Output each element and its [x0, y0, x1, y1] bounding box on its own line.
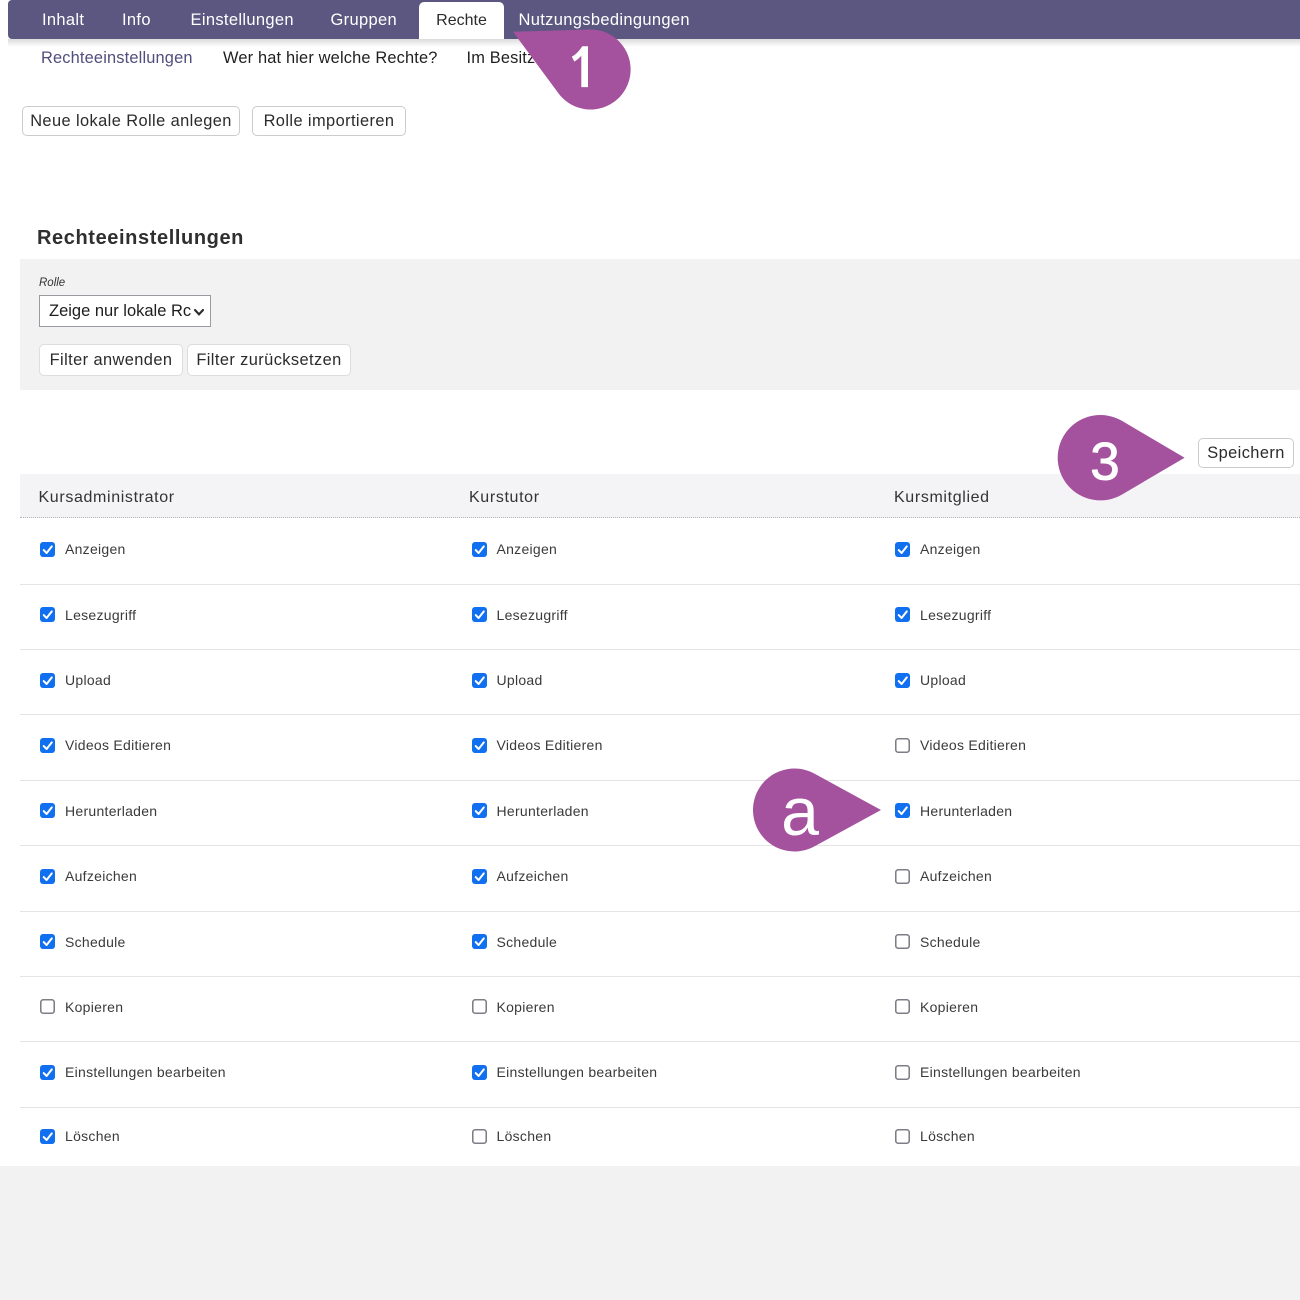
svg-text:a: a [781, 774, 819, 850]
svg-text:3: 3 [1090, 433, 1119, 492]
